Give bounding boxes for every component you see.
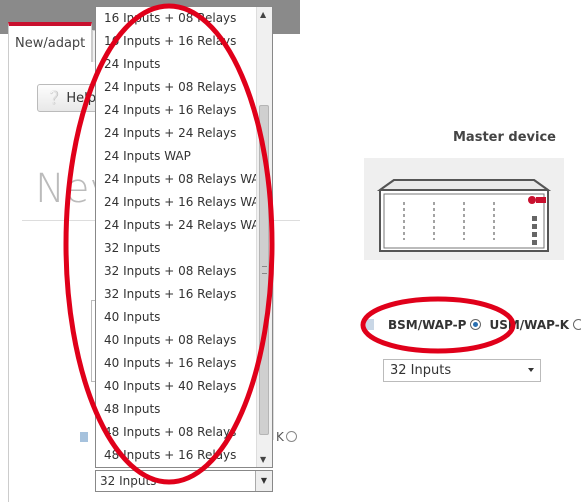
dropdown-option[interactable]: 32 Inputs + 16 Relays — [96, 283, 258, 306]
radio-usm-label: USM/WAP-K — [489, 318, 570, 332]
tab-new-adapt[interactable]: New/adapt — [8, 22, 92, 62]
divider-vertical — [273, 220, 274, 440]
dropdown-option[interactable]: 24 Inputs + 16 Relays WAP — [96, 191, 267, 214]
dropdown-option[interactable]: 24 Inputs + 16 Relays — [96, 99, 258, 122]
scroll-up-icon[interactable]: ▲ — [260, 10, 266, 19]
scrollbar-grip — [262, 266, 267, 274]
device-illustration — [376, 179, 552, 252]
inputs-select-value: 32 Inputs — [100, 474, 157, 488]
help-icon: ❔ — [46, 91, 63, 106]
dropdown-option[interactable]: 16 Inputs + 16 Relays — [96, 30, 258, 53]
master-inputs-select[interactable]: 32 Inputs — [383, 359, 541, 382]
dropdown-option[interactable]: 40 Inputs + 40 Relays — [96, 375, 258, 398]
tab-label: New/adapt — [15, 36, 86, 51]
radio-bsm[interactable] — [470, 319, 482, 330]
radio-hidden[interactable]: K — [276, 430, 297, 444]
chevron-down-icon[interactable]: ▼ — [255, 471, 272, 491]
dropdown-option[interactable]: 48 Inputs + 08 Relays — [96, 421, 258, 444]
caret-down-icon[interactable] — [528, 368, 534, 372]
scroll-down-icon[interactable]: ▼ — [260, 455, 266, 464]
dropdown-option[interactable]: 40 Inputs — [96, 306, 258, 329]
dropdown-option[interactable]: 24 Inputs + 08 Relays WAP — [96, 168, 267, 191]
dropdown-scrollbar[interactable]: ▲ ▼ — [256, 7, 272, 467]
dropdown-option[interactable]: 24 Inputs — [96, 53, 258, 76]
scrollbar-thumb[interactable] — [259, 105, 269, 435]
dropdown-option[interactable]: 24 Inputs + 08 Relays — [96, 76, 258, 99]
dropdown-option[interactable]: 24 Inputs + 24 Relays WAP — [96, 214, 267, 237]
master-device-title: Master device — [453, 130, 556, 145]
radio-bsm-label: BSM/WAP-P — [388, 318, 467, 332]
radio-hidden-circle[interactable] — [285, 431, 297, 442]
trash-icon[interactable] — [80, 432, 88, 442]
dropdown-option[interactable]: 48 Inputs — [96, 398, 258, 421]
help-button-label: Help — [66, 91, 96, 106]
dropdown-option[interactable]: 40 Inputs + 08 Relays — [96, 329, 258, 352]
radio-hidden-label: K — [276, 430, 284, 444]
device-radio-group: BSM/WAP-P USM/WAP-K — [366, 318, 581, 332]
master-select-value: 32 Inputs — [390, 363, 452, 378]
dropdown-option[interactable]: 16 Inputs + 08 Relays — [96, 7, 258, 30]
inputs-dropdown-list[interactable]: 16 Inputs + 08 Relays 16 Inputs + 16 Rela… — [95, 6, 273, 468]
dropdown-option[interactable]: 24 Inputs + 24 Relays — [96, 122, 258, 145]
radio-usm[interactable] — [573, 319, 581, 330]
dropdown-option[interactable]: 48 Inputs + 16 Relays — [96, 444, 258, 467]
inputs-select[interactable]: 32 Inputs ▼ — [95, 470, 273, 492]
dropdown-option[interactable]: 40 Inputs + 16 Relays — [96, 352, 258, 375]
dropdown-option[interactable]: 32 Inputs — [96, 237, 258, 260]
dropdown-option[interactable]: 32 Inputs + 08 Relays — [96, 260, 258, 283]
dropdown-option[interactable]: 24 Inputs WAP — [96, 145, 258, 168]
trash-icon[interactable] — [366, 319, 374, 330]
dropdown-options: 16 Inputs + 08 Relays 16 Inputs + 16 Rela… — [96, 7, 267, 467]
device-image — [364, 158, 564, 260]
